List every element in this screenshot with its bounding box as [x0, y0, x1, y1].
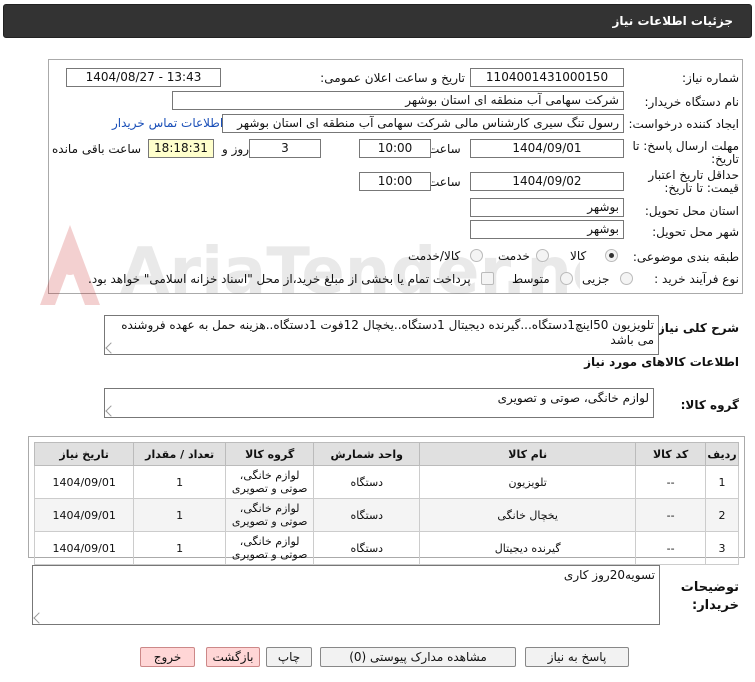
category-goods-label: کالا	[570, 249, 587, 263]
category-goods-service-radio[interactable]	[470, 249, 483, 262]
cell-unit: دستگاه	[313, 498, 421, 532]
deadline-date-field: 1404/09/01	[470, 139, 624, 158]
announce-label: تاریخ و ساعت اعلان عمومی:	[320, 71, 465, 85]
page-title: جزئیات اطلاعات نیاز	[612, 14, 733, 28]
cell-quantity: 1	[133, 498, 226, 532]
goods-group-textarea: لوازم خانگی، صوتی و تصویری	[104, 388, 654, 418]
column-header: نام کالا	[419, 442, 637, 466]
resize-handle-icon[interactable]	[105, 405, 117, 417]
cell-row-number: 2	[705, 498, 739, 532]
reply-button[interactable]: پاسخ به نیاز	[525, 647, 629, 667]
category-service-label: خدمت	[498, 249, 530, 263]
table-row: 1 -- تلویزیون دستگاه لوازم خانگی، صوتی و…	[33, 465, 739, 499]
goods-group-text: لوازم خانگی، صوتی و تصویری	[497, 391, 649, 405]
validity-time-field: 10:00	[359, 172, 431, 191]
items-section-title: اطلاعات کالاهای مورد نیاز	[584, 355, 739, 369]
creator-label: ایجاد کننده درخواست:	[628, 117, 739, 131]
creator-field: رسول تنگ سیری کارشناس مالی شرکت سهامی آب…	[222, 114, 624, 133]
treasury-payment-note: پرداخت تمام یا بخشی از مبلغ خرید،از محل …	[88, 272, 471, 286]
description-label: شرح کلی نیاز:	[653, 321, 739, 335]
column-header: واحد شمارش	[313, 442, 421, 466]
table-row: 3 -- گیرنده دیجیتال دستگاه لوازم خانگی، …	[33, 531, 739, 565]
cell-row-number: 3	[705, 531, 739, 565]
cell-quantity: 1	[133, 465, 226, 499]
cell-goods-code: --	[635, 465, 707, 499]
resize-handle-icon[interactable]	[105, 342, 117, 354]
title-bar: جزئیات اطلاعات نیاز	[3, 4, 752, 38]
buyer-field: شرکت سهامی آب منطقه ای استان بوشهر	[172, 91, 624, 110]
city-label: شهر محل تحویل:	[652, 225, 739, 239]
need-number-label: شماره نیاز:	[682, 71, 739, 85]
process-partial-radio[interactable]	[620, 272, 633, 285]
cell-unit: دستگاه	[313, 531, 421, 565]
cell-goods-name: گیرنده دیجیتال	[419, 531, 637, 565]
cell-row-number: 1	[705, 465, 739, 499]
process-partial-label: جزیی	[582, 272, 610, 286]
table-header-row: ردیف کد کالا نام کالا واحد شمارش گروه کا…	[33, 442, 739, 466]
column-header: گروه کالا	[224, 442, 315, 466]
view-attachments-button[interactable]: مشاهده مدارک پیوستی (0)	[320, 647, 516, 667]
buyer-notes-label: توضیحات	[680, 580, 739, 595]
category-goods-radio[interactable]	[605, 249, 618, 262]
days-remaining-field: 3	[249, 139, 321, 158]
days-label: روز و	[222, 142, 249, 156]
resize-handle-icon[interactable]	[33, 612, 45, 624]
deadline-time-label: ساعت	[428, 142, 461, 156]
cell-goods-name: تلویزیون	[419, 465, 637, 499]
items-table: ردیف کد کالا نام کالا واحد شمارش گروه کا…	[33, 442, 739, 565]
back-button[interactable]: بازگشت	[206, 647, 260, 667]
column-header: تاریخ نیاز	[33, 442, 135, 466]
deadline-time-field: 10:00	[359, 139, 431, 158]
column-header: تعداد / مقدار	[133, 442, 226, 466]
validity-label: حداقل تاریخ اعتبار	[648, 168, 739, 182]
description-textarea: تلویزیون 50اینچ1دستگاه...گیرنده دیجیتال …	[104, 315, 659, 355]
cell-unit: دستگاه	[313, 465, 421, 499]
remaining-time-field: 18:18:31	[148, 139, 214, 158]
cell-goods-group: لوازم خانگی، صوتی و تصویری	[224, 531, 315, 565]
cell-goods-group: لوازم خانگی، صوتی و تصویری	[224, 498, 315, 532]
city-field: بوشهر	[470, 220, 624, 239]
column-header: کد کالا	[635, 442, 707, 466]
category-goods-service-label: کالا/خدمت	[408, 249, 461, 263]
cell-quantity: 1	[133, 531, 226, 565]
treasury-payment-checkbox[interactable]	[481, 272, 494, 285]
cell-need-date: 1404/09/01	[33, 531, 135, 565]
contact-buyer-link[interactable]: اطلاعات تماس خریدار	[112, 116, 223, 130]
cell-goods-code: --	[635, 498, 707, 532]
deadline-label: مهلت ارسال پاسخ: تا	[632, 139, 739, 153]
process-medium-radio[interactable]	[560, 272, 573, 285]
exit-button[interactable]: خروج	[140, 647, 195, 667]
buyer-notes-label-2: خریدار:	[692, 598, 739, 613]
cell-goods-code: --	[635, 531, 707, 565]
province-label: استان محل تحویل:	[644, 204, 739, 218]
remaining-time-label: ساعت باقی مانده	[52, 142, 142, 156]
cell-goods-name: یخچال خانگی	[419, 498, 637, 532]
buyer-label: نام دستگاه خریدار:	[644, 95, 740, 109]
need-number-field: 1104001431000150	[470, 68, 624, 87]
process-label: نوع فرآیند خرید :	[654, 272, 739, 286]
validity-date-field: 1404/09/02	[470, 172, 624, 191]
process-medium-label: متوسط	[512, 272, 550, 286]
print-button[interactable]: چاپ	[266, 647, 312, 667]
category-service-radio[interactable]	[536, 249, 549, 262]
table-row: 2 -- یخچال خانگی دستگاه لوازم خانگی، صوت…	[33, 498, 739, 532]
category-label: طبقه بندی موضوعی:	[632, 250, 739, 264]
column-header: ردیف	[705, 442, 739, 466]
province-field: بوشهر	[470, 198, 624, 217]
buyer-notes-text: تسویه20روز کاری	[563, 568, 655, 582]
deadline-label-date: تاریخ:	[711, 152, 739, 166]
validity-time-label: ساعت	[428, 175, 461, 189]
cell-goods-group: لوازم خانگی، صوتی و تصویری	[224, 465, 315, 499]
buyer-notes-textarea: تسویه20روز کاری	[32, 565, 660, 625]
cell-need-date: 1404/09/01	[33, 465, 135, 499]
description-text: تلویزیون 50اینچ1دستگاه...گیرنده دیجیتال …	[121, 318, 654, 347]
goods-group-label: گروه کالا:	[680, 398, 739, 412]
cell-need-date: 1404/09/01	[33, 498, 135, 532]
announce-field: 1404/08/27 - 13:43	[66, 68, 221, 87]
validity-label-date: قیمت: تا تاریخ:	[664, 181, 739, 195]
